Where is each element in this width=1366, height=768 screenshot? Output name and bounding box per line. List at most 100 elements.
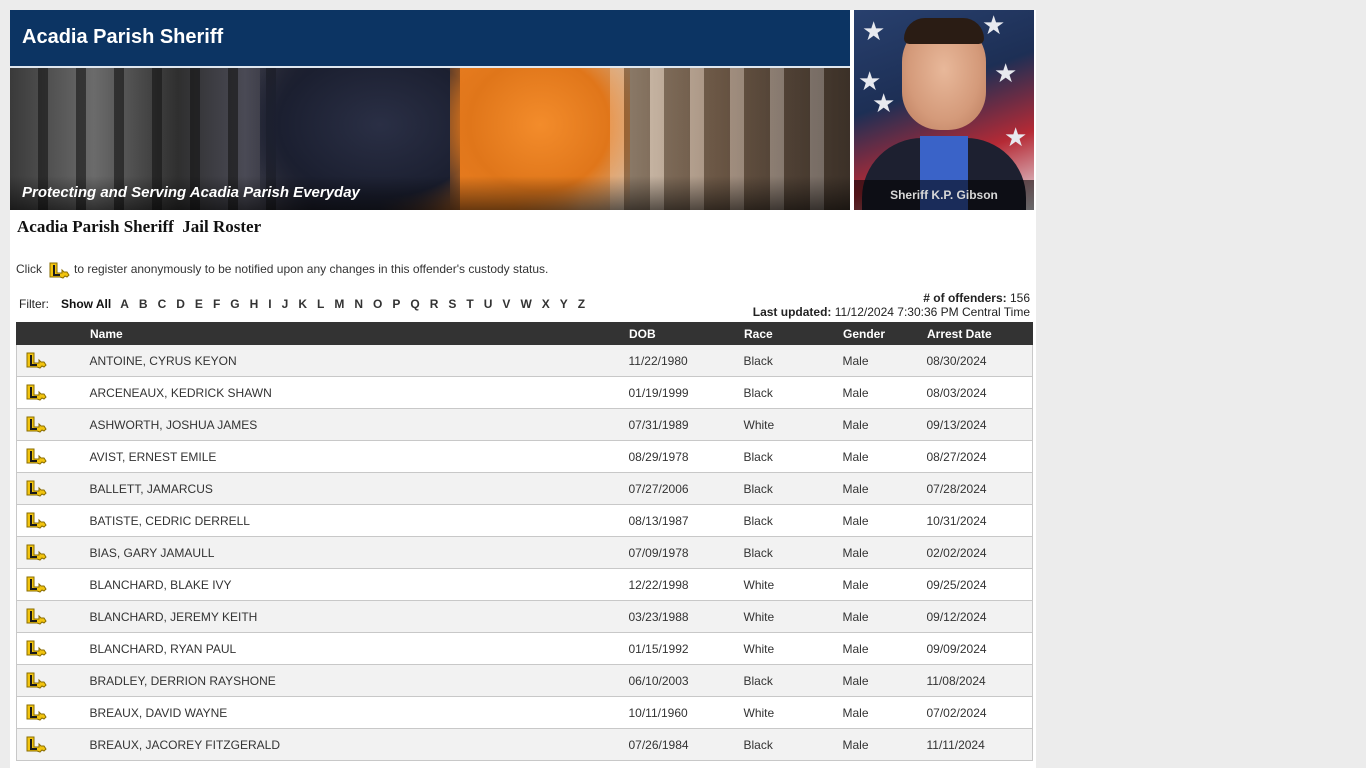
offender-name[interactable]: ARCENEAUX, KEDRICK SHAWN [88, 376, 629, 409]
offender-arrest-date: 11/11/2024 [926, 728, 1033, 761]
louisiana-vine-icon[interactable] [25, 640, 89, 658]
table-row: BREAUX, JACOREY FITZGERALD 07/26/1984 Blac… [16, 728, 1033, 761]
col-header-name[interactable]: Name [88, 322, 629, 345]
filter-letter-f[interactable]: F [213, 297, 220, 311]
vine-register-icon[interactable] [16, 536, 89, 569]
filter-letter-c[interactable]: C [158, 297, 167, 311]
site-title: Acadia Parish Sheriff [22, 26, 224, 48]
filter-letter-w[interactable]: W [520, 297, 531, 311]
louisiana-vine-icon[interactable] [25, 608, 89, 626]
offender-name[interactable]: BREAUX, JACOREY FITZGERALD [88, 728, 629, 761]
filter-letter-y[interactable]: Y [560, 297, 568, 311]
filter-letter-h[interactable]: H [250, 297, 259, 311]
filter-letter-o[interactable]: O [373, 297, 382, 311]
offender-arrest-date: 11/08/2024 [926, 664, 1033, 697]
offender-name[interactable]: BIAS, GARY JAMAULL [88, 536, 629, 569]
tagline-text: Protecting and Serving Acadia Parish Eve… [22, 184, 360, 201]
table-row: BRADLEY, DERRION RAYSHONE 06/10/2003 Black… [16, 664, 1033, 697]
filter-letter-m[interactable]: M [334, 297, 344, 311]
offender-gender: Male [842, 345, 927, 377]
filter-letter-b[interactable]: B [139, 297, 148, 311]
filter-letter-a[interactable]: A [120, 297, 129, 311]
filter-letter-n[interactable]: N [354, 297, 363, 311]
offender-name[interactable]: BLANCHARD, RYAN PAUL [88, 632, 629, 665]
offender-name[interactable]: BLANCHARD, BLAKE IVY [88, 568, 629, 601]
offender-arrest-date: 07/02/2024 [926, 696, 1033, 729]
louisiana-vine-icon[interactable] [25, 672, 89, 690]
offender-name[interactable]: AVIST, ERNEST EMILE [88, 440, 629, 473]
col-header-dob[interactable]: DOB [628, 322, 744, 345]
offender-name[interactable]: BREAUX, DAVID WAYNE [88, 696, 629, 729]
vine-register-icon[interactable] [16, 440, 89, 473]
vine-register-icon[interactable] [16, 408, 89, 441]
offender-arrest-date: 09/25/2024 [926, 568, 1033, 601]
filter-letter-l[interactable]: L [317, 297, 324, 311]
star-icon: ★ [994, 58, 1018, 88]
offender-name[interactable]: ANTOINE, CYRUS KEYON [88, 345, 629, 377]
louisiana-vine-icon[interactable] [25, 416, 89, 434]
louisiana-vine-icon[interactable] [25, 736, 89, 754]
filter-letter-g[interactable]: G [230, 297, 239, 311]
vine-register-icon[interactable] [16, 728, 89, 761]
filter-letter-e[interactable]: E [195, 297, 203, 311]
louisiana-vine-icon[interactable] [25, 448, 89, 466]
offender-arrest-date: 08/27/2024 [926, 440, 1033, 473]
vine-register-icon[interactable] [16, 600, 89, 633]
offender-name[interactable]: BLANCHARD, JEREMY KEITH [88, 600, 629, 633]
louisiana-vine-icon[interactable] [25, 352, 89, 370]
offender-name[interactable]: BALLETT, JAMARCUS [88, 472, 629, 505]
star-icon: ★ [872, 88, 896, 118]
louisiana-vine-icon[interactable] [25, 576, 89, 594]
louisiana-vine-icon[interactable] [25, 544, 89, 562]
filter-letter-s[interactable]: S [448, 297, 456, 311]
site-header: Acadia Parish Sheriff [10, 10, 850, 68]
offender-race: White [743, 600, 843, 633]
alpha-filter: Filter: Show All ABCDEFGHIJKLMNOPQRSTUVW… [19, 297, 590, 311]
vine-register-icon[interactable] [16, 345, 89, 377]
offender-name[interactable]: ASHWORTH, JOSHUA JAMES [88, 408, 629, 441]
col-header-race[interactable]: Race [743, 322, 843, 345]
filter-letter-r[interactable]: R [430, 297, 439, 311]
vine-register-icon[interactable] [16, 664, 89, 697]
filter-letter-k[interactable]: K [298, 297, 307, 311]
filter-letter-v[interactable]: V [502, 297, 510, 311]
louisiana-vine-icon[interactable] [25, 480, 89, 498]
col-header-gender[interactable]: Gender [842, 322, 927, 345]
vine-register-icon[interactable] [16, 504, 89, 537]
louisiana-vine-icon[interactable] [25, 384, 89, 402]
offender-arrest-date: 10/31/2024 [926, 504, 1033, 537]
offender-dob: 11/22/1980 [628, 345, 744, 377]
filter-letter-x[interactable]: X [542, 297, 550, 311]
filter-letter-i[interactable]: I [268, 297, 271, 311]
offender-dob: 10/11/1960 [628, 696, 744, 729]
table-row: ASHWORTH, JOSHUA JAMES 07/31/1989 White Mal… [16, 408, 1033, 441]
filter-show-all[interactable]: Show All [61, 297, 111, 311]
page-title: Acadia Parish Sheriff Jail Roster [17, 217, 262, 236]
vine-register-icon[interactable] [16, 472, 89, 505]
offender-race: Black [743, 376, 843, 409]
col-header-arrest-date[interactable]: Arrest Date [926, 322, 1033, 345]
offender-name[interactable]: BRADLEY, DERRION RAYSHONE [88, 664, 629, 697]
filter-letter-u[interactable]: U [484, 297, 493, 311]
vine-register-icon[interactable] [16, 376, 89, 409]
table-header: Name DOB Race Gender Arrest Date [16, 322, 1033, 345]
vine-register-icon[interactable] [16, 568, 89, 601]
filter-letter-z[interactable]: Z [578, 297, 585, 311]
filter-letter-d[interactable]: D [176, 297, 185, 311]
offender-gender: Male [842, 408, 927, 441]
filter-letter-p[interactable]: P [392, 297, 400, 311]
roster-stats: # of offenders: 156 Last updated: 11/12/… [753, 291, 1030, 319]
louisiana-vine-icon[interactable] [25, 704, 89, 722]
vine-register-icon[interactable] [16, 696, 89, 729]
filter-letter-q[interactable]: Q [410, 297, 419, 311]
louisiana-vine-icon[interactable] [25, 512, 89, 530]
table-row: ANTOINE, CYRUS KEYON 11/22/1980 Black Male 0… [16, 345, 1033, 377]
table-row: BALLETT, JAMARCUS 07/27/2006 Black Male 07/2… [16, 472, 1033, 505]
filter-letter-j[interactable]: J [282, 297, 289, 311]
louisiana-vine-icon[interactable] [48, 262, 70, 280]
table-row: BLANCHARD, JEREMY KEITH 03/23/1988 White Ma… [16, 600, 1033, 633]
vine-register-icon[interactable] [16, 632, 89, 665]
last-updated-label: Last updated: [752, 305, 832, 319]
filter-letter-t[interactable]: T [466, 297, 473, 311]
offender-name[interactable]: BATISTE, CEDRIC DERRELL [88, 504, 629, 537]
